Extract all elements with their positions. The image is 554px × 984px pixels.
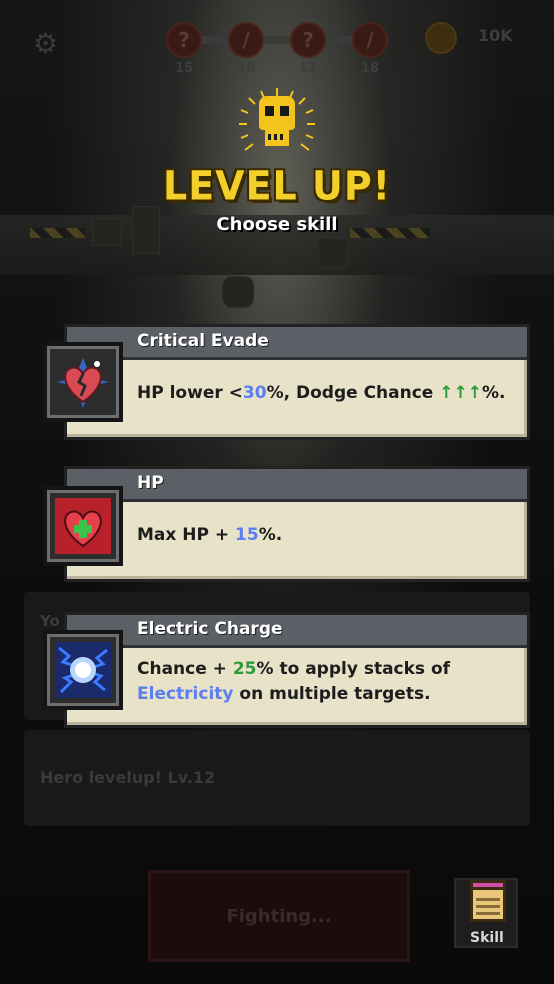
stage-number: 17	[298, 61, 318, 76]
skill-card-header	[67, 327, 527, 360]
level-up-title: LEVEL UP!	[162, 162, 392, 210]
coin-amount: 10K	[478, 26, 513, 45]
skill-name: Critical Evade	[137, 331, 269, 351]
skill-icon-frame	[43, 486, 123, 566]
skill-description: HP lower <30%, Dodge Chance ↑↑↑%.	[137, 383, 506, 403]
stage-sword-icon: /	[228, 22, 264, 58]
battle-log-text: Hero levelup! Lv.12	[40, 768, 216, 787]
fighting-button[interactable]: Fighting...	[148, 870, 410, 962]
background-dialog-text: Yo	[40, 612, 60, 630]
skill-name: Electric Charge	[137, 619, 283, 639]
gear-icon[interactable]: ⚙	[33, 30, 61, 58]
broken-heart-icon	[53, 352, 113, 412]
skill-description: Max HP + 15%.	[137, 525, 283, 545]
skill-card-header	[67, 615, 527, 648]
stage-number: 15	[174, 61, 194, 76]
stage-question-icon: ?	[290, 22, 326, 58]
electric-orb-icon	[53, 640, 113, 700]
heart-plus-icon	[53, 496, 113, 556]
skill-card-electric-charge[interactable]: Electric Charge Chance + 25% to apply st…	[64, 612, 530, 728]
skill-icon-frame	[43, 342, 123, 422]
background-crate	[318, 238, 348, 268]
stage-number: 18	[360, 61, 380, 76]
skill-icon-frame	[43, 630, 123, 710]
stage-sword-icon: /	[352, 22, 388, 58]
skill-name: HP	[137, 473, 164, 493]
skill-card-header	[67, 469, 527, 502]
skill-card-hp[interactable]: HP Max HP + 15%.	[64, 466, 530, 582]
skill-card-critical-evade[interactable]: Critical Evade HP lower <30%, Dodge Chan…	[64, 324, 530, 440]
game-scene: Yo Hero levelup! Lv.12 Fighting... Skill…	[0, 0, 554, 984]
choose-skill-subtitle: Choose skill	[216, 214, 338, 235]
coin-icon	[425, 22, 457, 54]
skill-tab-label: Skill	[470, 930, 504, 946]
background-hero	[222, 276, 254, 308]
stage-question-icon: ?	[166, 22, 202, 58]
skull-icon	[235, 88, 319, 168]
stage-number: 16	[236, 61, 256, 76]
fighting-button-label: Fighting...	[226, 905, 332, 927]
skill-description: Chance + 25% to apply stacks of Electric…	[137, 659, 451, 704]
